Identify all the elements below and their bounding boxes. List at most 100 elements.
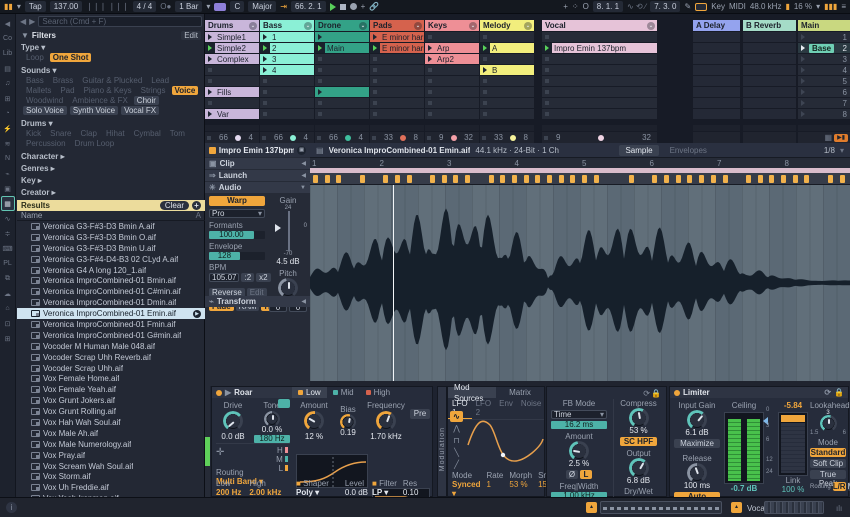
clip-slot[interactable] [205, 65, 259, 75]
track-collapse-icon[interactable]: ⌄ [359, 21, 367, 30]
list-item[interactable]: Veronica ImproCombined-01 Emin.aif ▶ [17, 308, 205, 320]
clip-play-icon[interactable] [425, 54, 435, 64]
filter-chip[interactable]: Loop [23, 53, 47, 62]
clip-play-icon[interactable] [480, 65, 490, 75]
warp-marker-strip[interactable] [310, 173, 850, 185]
ceiling-value[interactable]: -0.7 dB [724, 484, 764, 493]
clip-slot[interactable]: Arp [425, 43, 479, 53]
clip-play-icon[interactable] [260, 65, 270, 75]
square-wave-icon[interactable]: ⊓ [450, 435, 463, 446]
scene-slot[interactable]: 8 [798, 109, 850, 119]
sc-hpf-button[interactable]: SC HPF [620, 437, 657, 446]
follow-icon[interactable]: ⇥ [280, 2, 287, 11]
filter-chip[interactable]: Bass [23, 76, 47, 85]
hot-swap-icon[interactable]: ⟳ [643, 389, 650, 398]
warp-marker[interactable] [453, 175, 459, 183]
clip-play-icon[interactable] [260, 54, 270, 64]
play-button[interactable] [329, 2, 336, 11]
arrangement-position-field[interactable]: 66. 2. 1 [290, 1, 326, 12]
level-value[interactable]: 0.0 dB [345, 488, 368, 497]
clip-stop-icon[interactable] [207, 135, 211, 140]
warp-mode-select[interactable]: Pro ▾ [209, 209, 265, 218]
warp-marker[interactable] [675, 175, 681, 183]
clip-play-icon[interactable] [370, 32, 380, 42]
mode-truepeak-button[interactable]: True Peak [810, 470, 846, 488]
tone-freq-field[interactable]: 180 Hz [254, 435, 290, 443]
clip-slot[interactable] [205, 76, 259, 86]
clip-slot[interactable] [480, 76, 534, 86]
warp-marker[interactable] [804, 175, 810, 183]
info-icon[interactable]: i [6, 502, 17, 513]
warp-marker[interactable] [394, 175, 400, 183]
triangle-wave-icon[interactable]: ⋀ [450, 423, 463, 434]
forward-icon[interactable]: ▶ [29, 17, 35, 26]
lookahead-knob[interactable] [821, 417, 835, 430]
list-item[interactable]: Vox Grunt Jokers.aif [17, 395, 205, 406]
clip-slot[interactable]: Impro Emin 137bpm [542, 43, 657, 53]
list-item[interactable]: Vocoder M Human Male 048.aif [17, 341, 205, 352]
filter-chip[interactable]: Tom [167, 129, 188, 138]
list-item[interactable]: Veronica ImproCombined-01 G#min.aif [17, 330, 205, 341]
device-overview-thumbnail[interactable] [764, 501, 824, 514]
phase-invert-button[interactable]: Ø [566, 470, 578, 479]
filter-section-title[interactable]: Genres ▸ [21, 163, 201, 174]
clip-stop-icon[interactable] [262, 135, 266, 140]
modulation-tab[interactable]: Modulation [437, 386, 447, 497]
track-header[interactable]: A Delay [693, 20, 740, 31]
low-split-value[interactable]: 200 Hz [216, 488, 241, 497]
clip-slot[interactable] [480, 54, 534, 64]
edit-filters-button[interactable]: Edit [181, 30, 201, 40]
transform-section-header[interactable]: ⌁ Transform ◀ [205, 296, 310, 307]
punch-in-icon[interactable]: + [563, 2, 568, 11]
warp-marker[interactable] [523, 175, 529, 183]
clip-play-icon[interactable] [205, 43, 215, 53]
filter-chip[interactable]: Hihat [103, 129, 128, 138]
list-item[interactable]: Veronica ImproCombined-01 C#min.aif [17, 286, 205, 297]
warp-marker[interactable] [570, 175, 576, 183]
track-collapse-icon[interactable]: ⌄ [304, 21, 312, 30]
warp-marker[interactable] [383, 175, 389, 183]
tone-knob[interactable] [266, 413, 278, 425]
filter-chip[interactable]: Vocal FX [121, 106, 160, 115]
clip-slot[interactable]: E minor harm 137b [370, 43, 424, 53]
lfo-rate-value[interactable]: 1 [486, 480, 503, 489]
filter-chip[interactable]: Guitar & Plucked [79, 76, 145, 85]
list-item[interactable]: Veronica G3-F#3-D3 Bmin A.aif [17, 221, 205, 232]
bpm-field[interactable]: 105.07 [209, 273, 240, 282]
samples-icon[interactable]: ▦ [0, 196, 15, 211]
clip-slot[interactable] [370, 54, 424, 64]
warp-marker[interactable] [757, 175, 763, 183]
launch-section-header[interactable]: ⇒ Launch ◀ [205, 170, 310, 181]
scene-slot[interactable]: Base 2 [798, 43, 850, 53]
clip-section-header[interactable]: ▣ Clip ◀ [205, 158, 310, 169]
templates-icon[interactable]: ⌨ [1, 241, 15, 256]
clip-loop-icon[interactable]: ▣ [297, 145, 306, 155]
clip-slot[interactable] [425, 98, 479, 108]
bpm-halve-button[interactable]: :2 [241, 273, 255, 282]
lowcut-curve-button[interactable]: L [580, 470, 592, 479]
roar-tab-high[interactable]: High [360, 387, 396, 398]
roar-tab-mid[interactable]: Mid [327, 387, 360, 398]
track-preview-toggle-icon[interactable]: ▴ [731, 502, 742, 513]
current-project-icon[interactable]: ⊡ [1, 316, 15, 331]
clip-slot[interactable] [370, 65, 424, 75]
filter-chip[interactable]: Ambience & FX [69, 96, 131, 105]
warp-marker[interactable] [359, 175, 365, 183]
scene-launch-icon[interactable] [801, 111, 805, 117]
drive-knob[interactable] [225, 413, 241, 429]
audio-section-header[interactable]: ✳ Audio ▼ [205, 182, 310, 193]
chevron-down-icon[interactable]: ▾ [206, 2, 210, 11]
clip-slot[interactable] [315, 32, 369, 42]
clip-slot[interactable]: Simple2 [205, 43, 259, 53]
clips-icon[interactable]: ▣ [1, 181, 15, 196]
back-icon[interactable]: ◀ [20, 17, 26, 26]
sort-icon[interactable]: A [196, 211, 201, 220]
clip-slot[interactable] [370, 109, 424, 119]
warp-marker[interactable] [336, 175, 342, 183]
filter-chip[interactable]: Synth Voice [69, 106, 119, 115]
clip-play-icon[interactable] [205, 32, 215, 42]
track-header[interactable]: Bass ⌄ [260, 20, 314, 31]
key-map-button[interactable]: Key [711, 2, 725, 11]
list-item[interactable]: Vox Scream Wah Soul.aif [17, 461, 205, 472]
sounds-icon[interactable]: ♫ [1, 76, 15, 91]
